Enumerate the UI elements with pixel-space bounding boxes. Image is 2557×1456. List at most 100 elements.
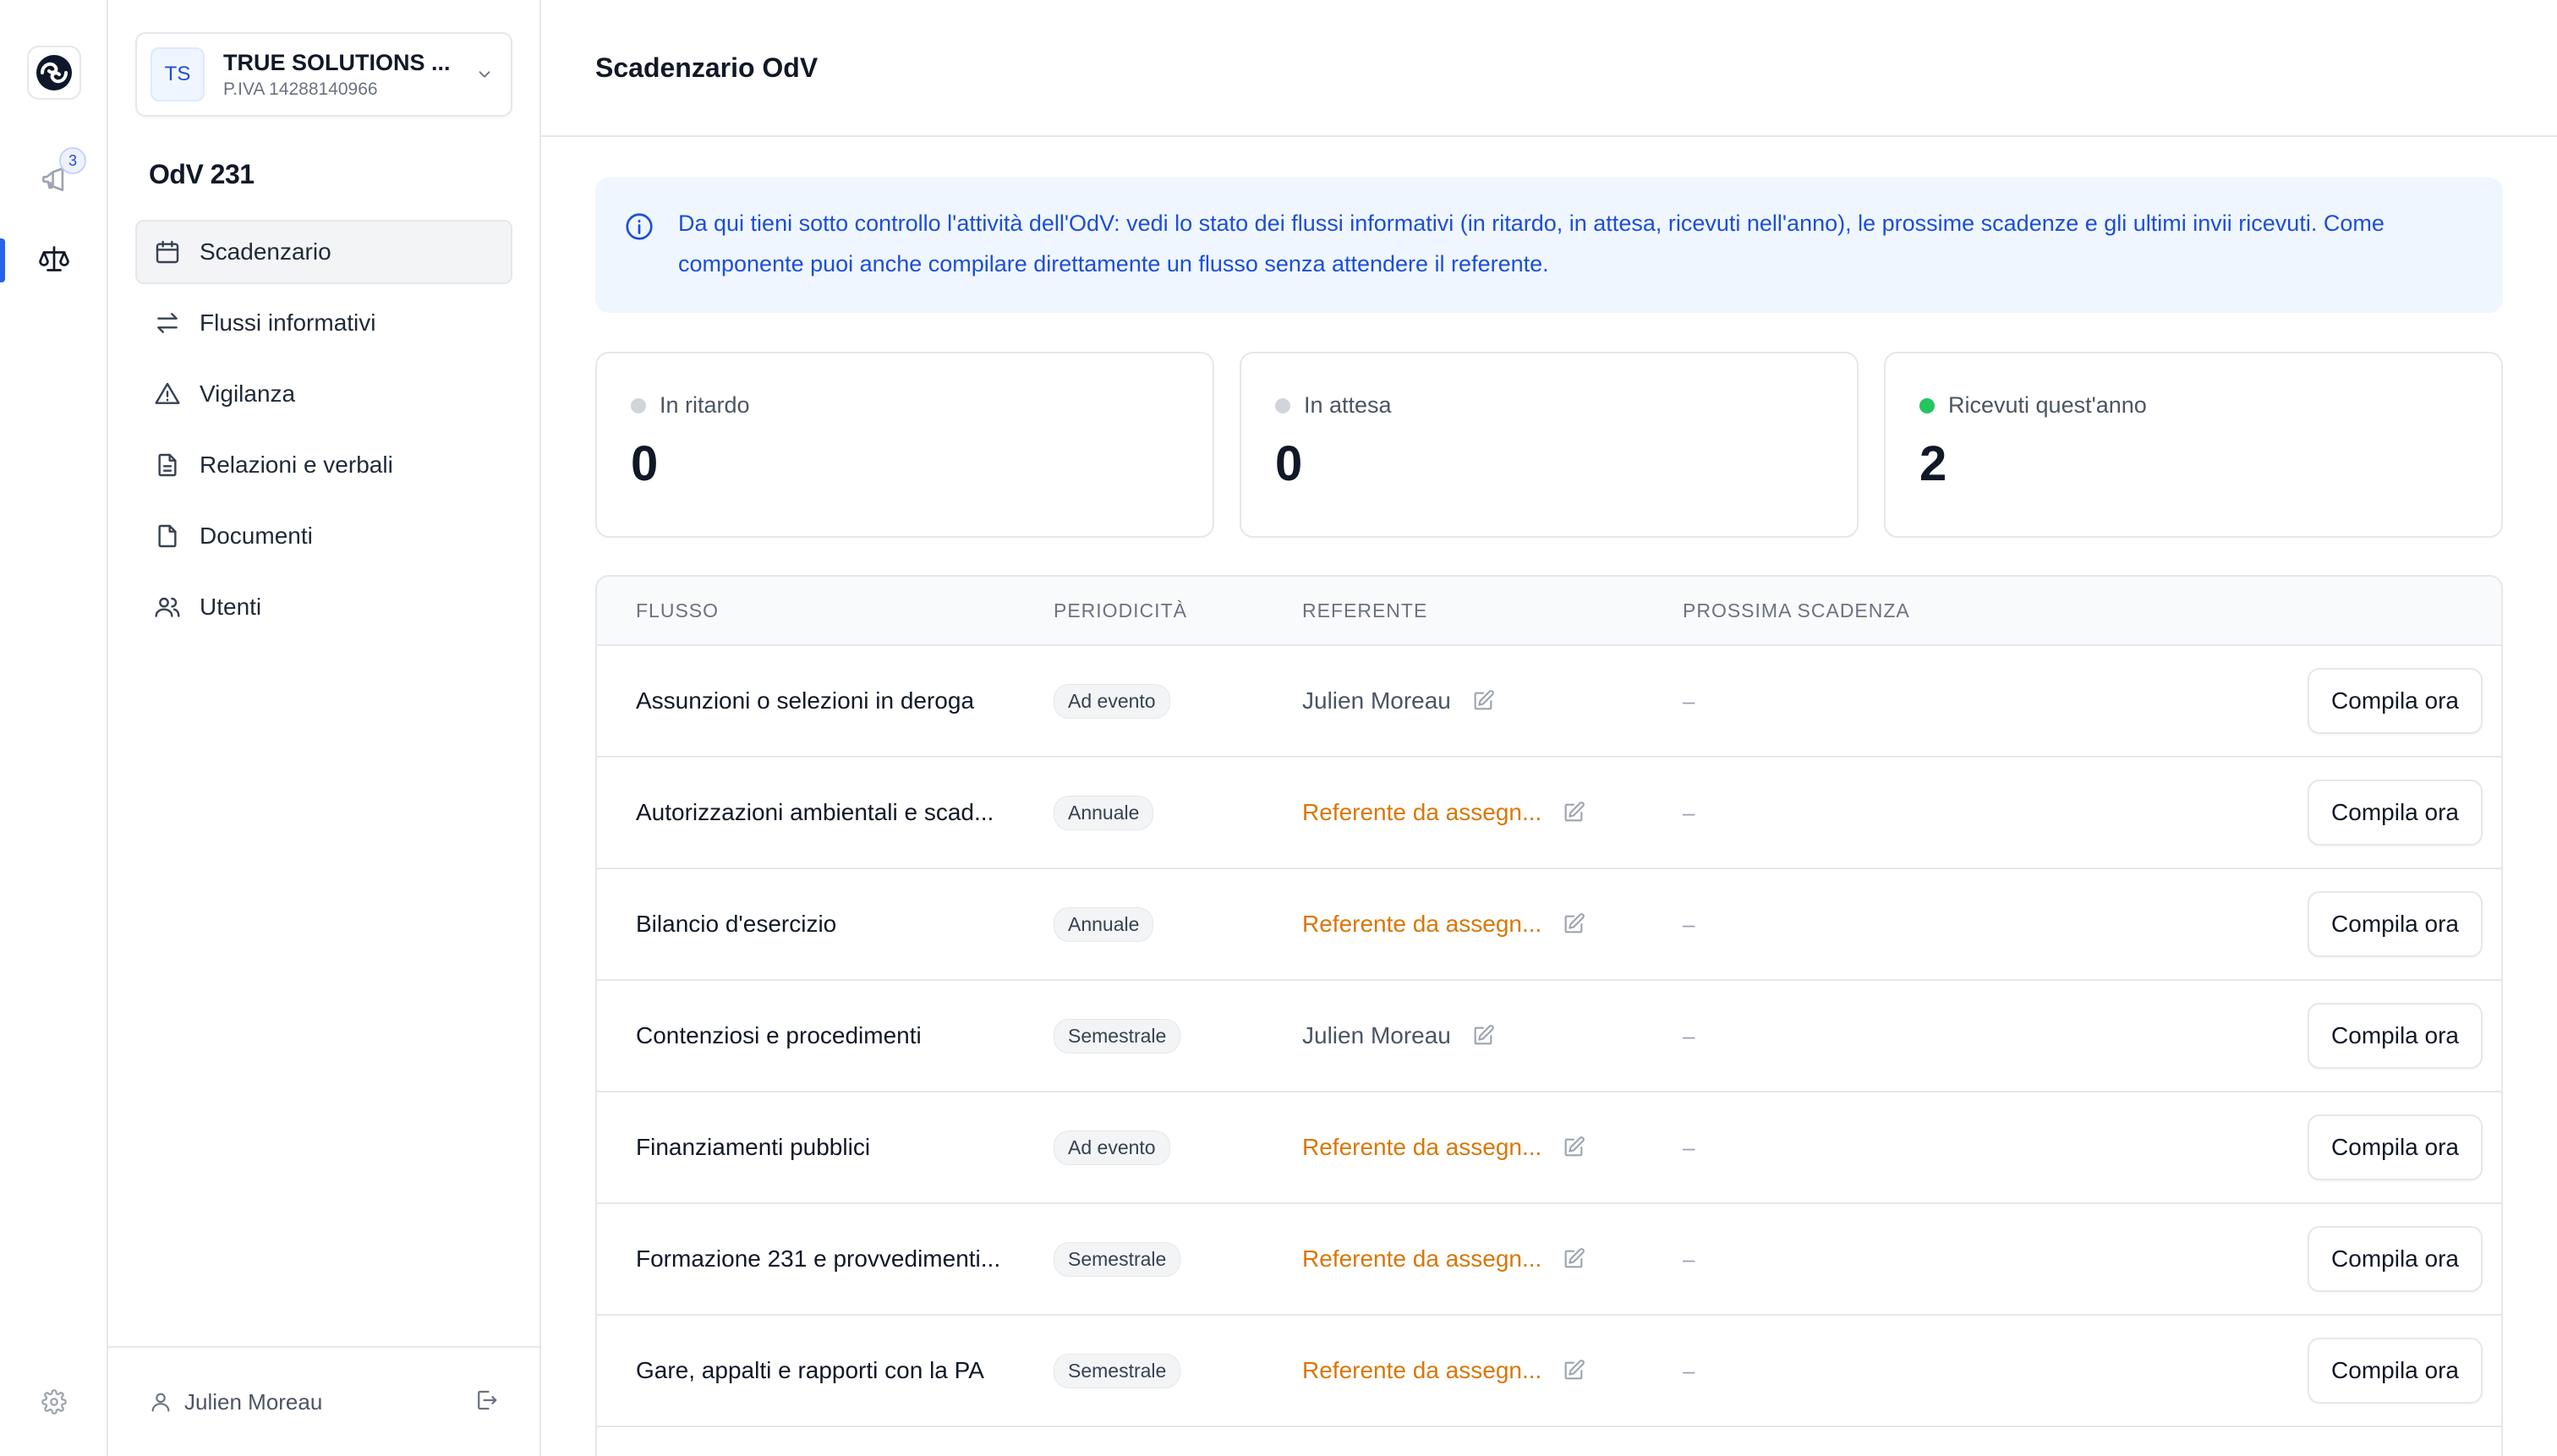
next-due-cell: – (1683, 1246, 2021, 1273)
sidebar-item-label: Flussi informativi (200, 309, 376, 336)
flow-cell: Contenziosi e procedimenti (597, 1022, 1054, 1049)
sidebar: TS TRUE SOLUTIONS ... P.IVA 14288140966 … (108, 0, 541, 1456)
odv-module-button[interactable] (27, 233, 81, 287)
compila-ora-button[interactable]: Compila ora (2308, 1338, 2483, 1404)
period-badge: Ad evento (1054, 1130, 1170, 1165)
stat-card-ricevuti: Ricevuti quest'anno 2 (1884, 352, 2503, 538)
flow-name: Assunzioni o selezioni in deroga (636, 687, 975, 714)
period-cell: Annuale (1054, 906, 1302, 942)
app-logo-icon[interactable] (27, 46, 81, 100)
scale-balance-icon (39, 244, 69, 278)
referent-cell: Referente da assegn... (1302, 911, 1683, 938)
sidebar-item-label: Vigilanza (200, 380, 296, 407)
logout-icon[interactable] (474, 1388, 499, 1417)
sidebar-item-flussi-informativi[interactable]: Flussi informativi (135, 291, 512, 355)
period-badge: Annuale (1054, 795, 1154, 830)
action-cell: Compila ora (2021, 1003, 2501, 1069)
compila-ora-button[interactable]: Compila ora (2308, 668, 2483, 734)
table-row: Finanziamenti pubblici Ad evento Referente… (597, 1092, 2501, 1204)
edit-icon[interactable] (1562, 1247, 1585, 1271)
edit-icon[interactable] (1471, 1024, 1495, 1048)
referent: Julien Moreau (1302, 1022, 1683, 1049)
column-header-flusso: FLUSSO (636, 599, 720, 621)
flow-name: Autorizzazioni ambientali e scad... (636, 799, 994, 825)
arrows-exchange-icon (152, 308, 183, 338)
sidebar-item-utenti[interactable]: Utenti (135, 575, 512, 639)
flow-cell: Gare, appalti e rapporti con la PA (597, 1357, 1054, 1384)
column-header-referente: REFERENTE (1302, 599, 1428, 621)
compila-ora-button[interactable]: Compila ora (2308, 1114, 2483, 1180)
referent: Referente da assegn... (1302, 911, 1683, 938)
stat-label: Ricevuti quest'anno (1948, 392, 2147, 418)
table-row: Bilancio d'esercizio Annuale Referente da … (597, 869, 2501, 981)
edit-icon[interactable] (1562, 1359, 1585, 1382)
org-name: TRUE SOLUTIONS ... (223, 49, 451, 75)
compila-ora-button[interactable]: Compila ora (2308, 891, 2483, 957)
referent: Referente da assegn... (1302, 1134, 1683, 1161)
compila-ora-button[interactable]: Compila ora (2308, 1003, 2483, 1069)
stat-value: 2 (1919, 436, 1947, 491)
action-cell: Compila ora (2021, 891, 2501, 957)
table-row: Formazione 231 e provvedimenti... Semestr… (597, 1204, 2501, 1316)
action-cell: Compila ora (2021, 1114, 2501, 1180)
flow-name: Bilancio d'esercizio (636, 911, 837, 937)
org-vat: P.IVA 14288140966 (223, 79, 378, 99)
rail-active-indicator (0, 238, 5, 282)
flow-name: Formazione 231 e provvedimenti... (636, 1245, 1001, 1272)
column-header-periodicita: PERIODICITÀ (1054, 599, 1187, 621)
referent-cell: Julien Moreau (1302, 687, 1683, 714)
status-dot (1919, 397, 1935, 413)
sidebar-item-label: Utenti (200, 594, 262, 620)
org-switcher[interactable]: TS TRUE SOLUTIONS ... P.IVA 14288140966 (135, 32, 512, 117)
stat-value: 0 (1275, 436, 1303, 491)
section-title: OdV 231 (149, 159, 255, 189)
current-user[interactable]: Julien Moreau (149, 1389, 474, 1415)
users-icon (152, 592, 183, 622)
stat-card-in-ritardo: In ritardo 0 (595, 352, 1214, 538)
flow-name: Gare, appalti e rapporti con la PA (636, 1357, 984, 1383)
sidebar-item-documenti[interactable]: Documenti (135, 504, 512, 568)
flows-table: FLUSSO PERIODICITÀ REFERENTE PROSSIMA SC… (595, 575, 2503, 1456)
period-cell: Ad evento (1054, 1130, 1302, 1165)
action-cell: Compila ora (2021, 1226, 2501, 1292)
org-info: TRUE SOLUTIONS ... P.IVA 14288140966 (223, 50, 472, 100)
stat-label: In ritardo (660, 392, 750, 418)
settings-button[interactable] (27, 1377, 81, 1431)
stat-label-row: Ricevuti quest'anno (1919, 392, 2467, 419)
next-due-value: – (1683, 1357, 1695, 1383)
calendar-icon (152, 237, 183, 267)
period-cell: Semestrale (1054, 1018, 1302, 1054)
period-cell: Semestrale (1054, 1241, 1302, 1277)
flow-cell: Formazione 231 e provvedimenti... (597, 1245, 1054, 1273)
referent-cell: Julien Moreau (1302, 1022, 1683, 1049)
table-body: Assunzioni o selezioni in deroga Ad event… (597, 646, 2501, 1427)
referent-name: Referente da assegn... (1302, 799, 1542, 825)
stat-label: In attesa (1304, 392, 1392, 418)
org-avatar: TS (151, 47, 205, 101)
referent-cell: Referente da assegn... (1302, 1134, 1683, 1161)
sidebar-item-scadenzario[interactable]: Scadenzario (135, 220, 512, 284)
stat-card-in-attesa: In attesa 0 (1240, 352, 1859, 538)
referent: Referente da assegn... (1302, 799, 1683, 826)
next-due-cell: – (1683, 800, 2021, 826)
edit-icon[interactable] (1562, 1136, 1585, 1159)
next-due-value: – (1683, 687, 1695, 714)
edit-icon[interactable] (1562, 912, 1585, 936)
period-cell: Semestrale (1054, 1353, 1302, 1388)
notification-badge: 3 (59, 147, 86, 174)
edit-icon[interactable] (1562, 801, 1585, 824)
compila-ora-button[interactable]: Compila ora (2308, 780, 2483, 846)
sidebar-footer: Julien Moreau (108, 1346, 539, 1456)
document-text-icon (152, 450, 183, 480)
sidebar-item-relazioni-e-verbali[interactable]: Relazioni e verbali (135, 433, 512, 497)
column-header-prossima-scadenza: PROSSIMA SCADENZA (1683, 599, 1910, 621)
edit-icon[interactable] (1471, 689, 1495, 713)
flow-name: Contenziosi e procedimenti (636, 1022, 922, 1048)
sidebar-item-vigilanza[interactable]: Vigilanza (135, 362, 512, 426)
referent-name: Referente da assegn... (1302, 1245, 1542, 1272)
referent-name: Referente da assegn... (1302, 1357, 1542, 1383)
compila-ora-button[interactable]: Compila ora (2308, 1226, 2483, 1292)
period-badge: Semestrale (1054, 1018, 1181, 1054)
status-dot (631, 397, 646, 413)
table-row: Autorizzazioni ambientali e scad... Annua… (597, 758, 2501, 869)
